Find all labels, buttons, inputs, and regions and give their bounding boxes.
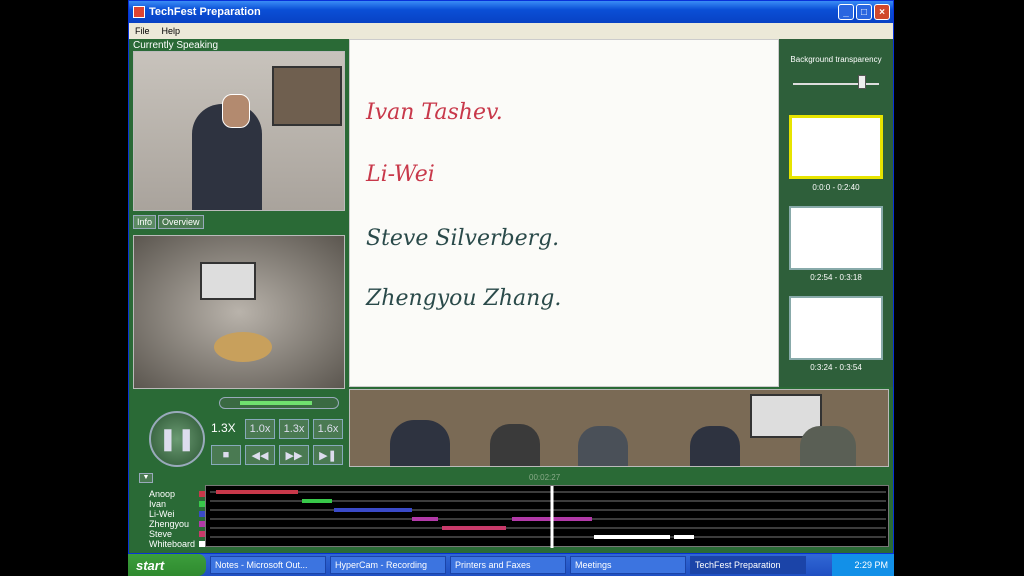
rewind-button[interactable]: ◀◀ bbox=[245, 445, 275, 465]
task-techfest[interactable]: TechFest Preparation bbox=[690, 556, 806, 574]
track-seg-2-0 bbox=[334, 508, 412, 512]
thumbnail-2-range: 0:2:54 - 0:3:18 bbox=[810, 273, 862, 282]
task-printers[interactable]: Printers and Faxes bbox=[450, 556, 566, 574]
window-title: TechFest Preparation bbox=[149, 6, 261, 18]
close-button[interactable]: × bbox=[874, 4, 890, 20]
tab-info[interactable]: Info bbox=[133, 215, 157, 229]
track-seg-1-0 bbox=[302, 499, 332, 503]
thumbnail-3-range: 0:3:24 - 0:3:54 bbox=[810, 363, 862, 372]
thumbnail-2[interactable] bbox=[789, 206, 883, 270]
stop-button[interactable]: ■ bbox=[211, 445, 241, 465]
speaker-video bbox=[133, 51, 345, 211]
current-time: 00:02:27 bbox=[529, 473, 561, 482]
title-bar[interactable]: TechFest Preparation _ □ × bbox=[129, 1, 893, 23]
speaker-name-0: Anoop bbox=[149, 489, 176, 499]
transparency-slider-thumb[interactable] bbox=[857, 75, 866, 89]
whiteboard-line-3: Steve Silverberg. bbox=[366, 226, 560, 251]
volume-slider[interactable] bbox=[219, 397, 339, 409]
speaker-name-2: Li-Wei bbox=[149, 509, 175, 519]
right-panel: Background transparency 0:0:0 - 0:2:40 0… bbox=[779, 39, 893, 387]
transparency-slider[interactable] bbox=[793, 83, 879, 85]
playback-controls: ❚❚ 1.3X 1.0x 1.3x 1.6x ■ ◀◀ ▶▶ ▶❚ bbox=[129, 389, 347, 471]
timeline-svg bbox=[210, 486, 886, 548]
pause-button[interactable]: ❚❚ bbox=[149, 411, 205, 467]
skip-end-button[interactable]: ▶❚ bbox=[313, 445, 343, 465]
fast-forward-button[interactable]: ▶▶ bbox=[279, 445, 309, 465]
track-seg-5-0 bbox=[594, 535, 670, 539]
taskbar: start Notes - Microsoft Out... HyperCam … bbox=[128, 554, 894, 576]
task-meetings[interactable]: Meetings bbox=[570, 556, 686, 574]
speaker-name-5: Whiteboard bbox=[149, 539, 196, 549]
maximize-button[interactable]: □ bbox=[856, 4, 872, 20]
app-window: TechFest Preparation _ □ × File Help Cur… bbox=[128, 0, 894, 554]
thumbnail-1-range: 0:0:0 - 0:2:40 bbox=[812, 183, 860, 192]
client-area: Currently Speaking Info Overview Ivan Ta… bbox=[129, 39, 893, 553]
minimize-button[interactable]: _ bbox=[838, 4, 854, 20]
speed-1.6x-button[interactable]: 1.6x bbox=[313, 419, 343, 439]
clock: 2:29 PM bbox=[854, 560, 888, 570]
thumbnail-3[interactable] bbox=[789, 296, 883, 360]
system-tray: 2:29 PM bbox=[832, 554, 894, 576]
tab-overview[interactable]: Overview bbox=[158, 215, 204, 229]
app-icon bbox=[133, 6, 145, 18]
speaker-name-1: Ivan bbox=[149, 499, 167, 509]
currently-speaking-label: Currently Speaking bbox=[133, 40, 219, 51]
overview-video bbox=[133, 235, 345, 389]
speed-1.3x-button[interactable]: 1.3x bbox=[279, 419, 309, 439]
menu-bar: File Help bbox=[129, 23, 893, 39]
panorama-video bbox=[349, 389, 889, 467]
transparency-label: Background transparency bbox=[790, 55, 882, 64]
whiteboard-line-4: Zhengyou Zhang. bbox=[366, 286, 562, 311]
menu-help[interactable]: Help bbox=[162, 26, 181, 36]
speed-1.0x-button[interactable]: 1.0x bbox=[245, 419, 275, 439]
speaker-timeline[interactable] bbox=[205, 485, 889, 548]
speed-display: 1.3X bbox=[211, 421, 236, 435]
whiteboard-view[interactable]: Ivan Tashev. Li-Wei Steve Silverberg. Zh… bbox=[349, 39, 779, 387]
speaker-name-4: Steve bbox=[149, 529, 173, 539]
task-notes[interactable]: Notes - Microsoft Out... bbox=[210, 556, 326, 574]
start-button[interactable]: start bbox=[128, 554, 206, 576]
track-seg-3-0 bbox=[412, 517, 438, 521]
whiteboard-line-1: Ivan Tashev. bbox=[366, 100, 503, 125]
timeline-toggle-button[interactable]: ▼ bbox=[139, 473, 153, 483]
track-seg-4-0 bbox=[442, 526, 506, 530]
thumbnail-1[interactable] bbox=[789, 115, 883, 179]
track-seg-5-1 bbox=[674, 535, 694, 539]
track-seg-0-0 bbox=[216, 490, 298, 494]
whiteboard-line-2: Li-Wei bbox=[366, 162, 435, 187]
menu-file[interactable]: File bbox=[135, 26, 150, 36]
speaker-name-3: Zhengyou bbox=[149, 519, 190, 529]
task-hypercam[interactable]: HyperCam - Recording bbox=[330, 556, 446, 574]
